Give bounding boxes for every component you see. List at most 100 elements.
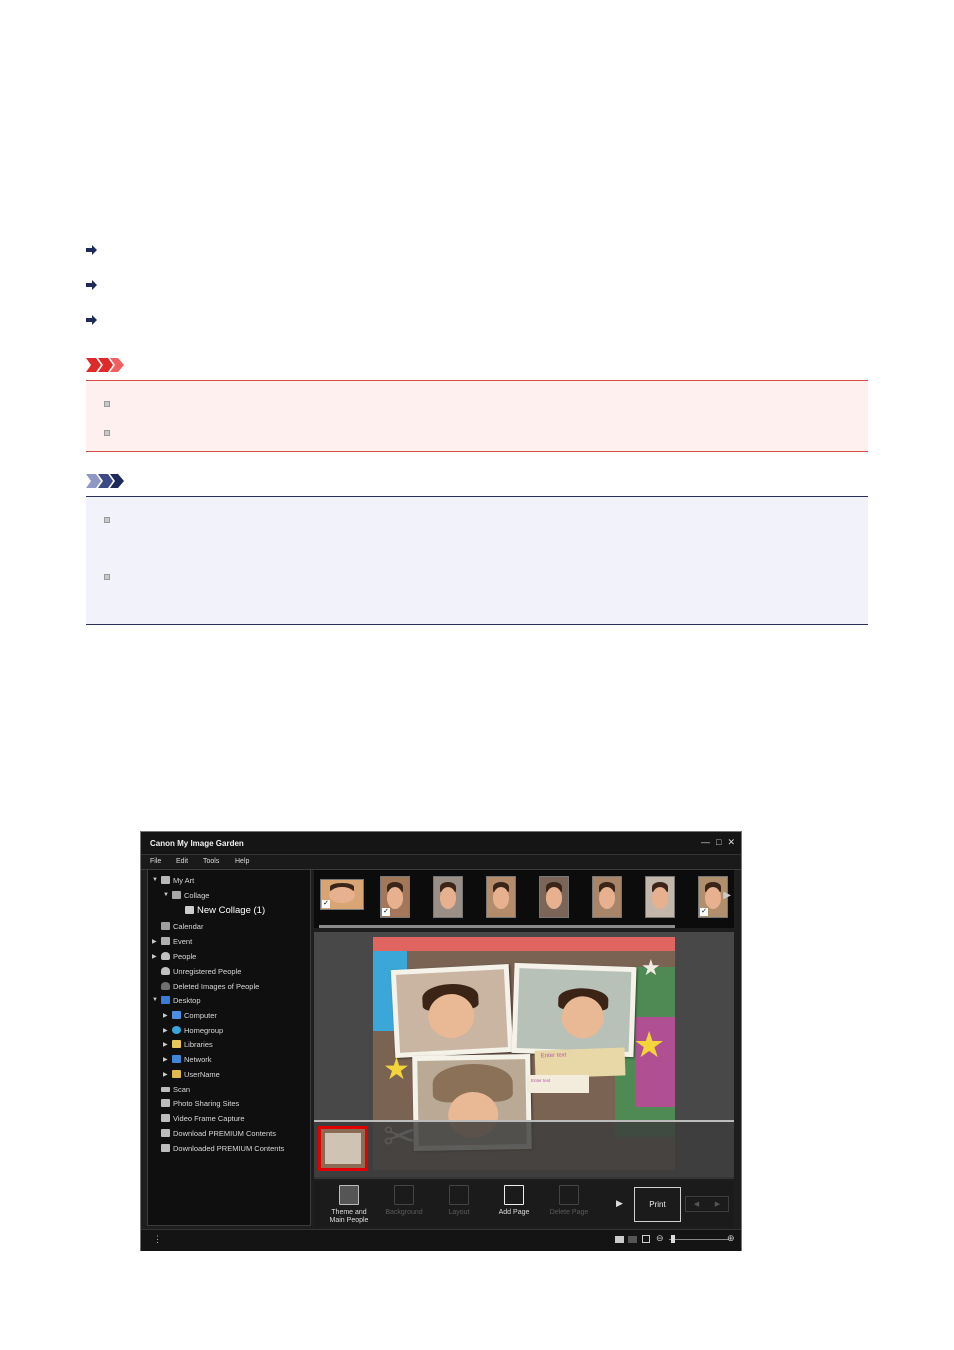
user-folder-icon — [172, 1070, 181, 1078]
twisty-icon[interactable]: ▼ — [163, 892, 169, 898]
tree-new-collage[interactable]: New Collage (1) — [185, 904, 265, 916]
view-mode-icon[interactable] — [615, 1236, 624, 1243]
app-window: Canon My Image Garden — □ ✕ File Edit To… — [140, 831, 742, 1251]
photo-thumbnail[interactable]: ✓ — [320, 879, 364, 910]
theme-people-icon — [339, 1185, 359, 1205]
background-icon — [394, 1185, 414, 1205]
twisty-icon[interactable]: ▶ — [163, 1056, 169, 1063]
tree-unregistered-people[interactable]: Unregistered People — [161, 965, 241, 977]
tree-label: Desktop — [173, 995, 201, 1005]
tree-desktop[interactable]: ▼ Desktop — [152, 994, 201, 1006]
twisty-icon[interactable]: ▶ — [163, 1041, 169, 1048]
event-icon — [161, 937, 170, 945]
collage-photo-1[interactable] — [390, 963, 514, 1059]
tree-homegroup[interactable]: ▶ Homegroup — [163, 1024, 223, 1036]
photo-thumbnail[interactable] — [645, 876, 675, 918]
twisty-icon[interactable]: ▶ — [163, 1027, 169, 1034]
tree-my-art[interactable]: ▼ My Art — [152, 874, 194, 886]
view-mode-alt-icon[interactable] — [628, 1236, 637, 1243]
tree-label: My Art — [173, 875, 195, 885]
right-arrow-icon — [86, 245, 97, 255]
photo-thumbnail[interactable]: ✓ — [380, 876, 410, 918]
bottom-toolbar: Theme and Main People Background Layout … — [314, 1181, 734, 1227]
info-icon[interactable]: ⋮ — [153, 1234, 162, 1245]
tree-collage[interactable]: ▼ Collage — [163, 889, 209, 901]
tree-download-premium[interactable]: Download PREMIUM Contents — [161, 1127, 276, 1139]
sidebar-tree: ▼ My Art ▼ Collage New Collage (1) Calen… — [147, 869, 311, 1226]
background-button[interactable]: Background — [379, 1183, 429, 1217]
zoom-slider-handle[interactable] — [671, 1235, 675, 1243]
close-icon[interactable]: ✕ — [727, 837, 735, 848]
twisty-icon[interactable]: ▼ — [152, 997, 158, 1003]
bullet-icon — [104, 517, 110, 523]
tool-label: Layout — [448, 1209, 470, 1216]
tree-downloaded-premium[interactable]: Downloaded PREMIUM Contents — [161, 1142, 284, 1154]
zoom-out-icon[interactable]: ⊖ — [656, 1233, 664, 1244]
tree-username[interactable]: ▶ UserName — [163, 1068, 220, 1080]
photo-thumbnail[interactable] — [486, 876, 516, 918]
menu-file[interactable]: File — [150, 858, 161, 865]
twisty-icon[interactable]: ▼ — [152, 877, 158, 883]
print-button[interactable]: Print — [634, 1187, 681, 1222]
twisty-icon[interactable]: ▶ — [152, 953, 158, 960]
bullet-icon — [104, 430, 110, 436]
scroll-right-icon[interactable]: ▶ — [723, 890, 731, 901]
tree-event[interactable]: ▶ Event — [152, 935, 192, 947]
checkmark-icon[interactable]: ✓ — [382, 908, 390, 916]
download-icon — [161, 1129, 170, 1137]
add-page-button[interactable]: Add Page — [489, 1183, 539, 1217]
zoom-slider[interactable] — [669, 1239, 729, 1240]
text-label-small[interactable]: Enter text — [527, 1075, 589, 1093]
layout-button[interactable]: Layout — [434, 1183, 484, 1217]
page-navigation: ◀ ▶ — [685, 1196, 729, 1212]
menu-tools[interactable]: Tools — [203, 858, 219, 865]
checkmark-icon[interactable]: ✓ — [322, 900, 330, 908]
jump-link-3[interactable] — [86, 314, 846, 332]
scalloped-border — [373, 937, 675, 951]
checkmark-icon[interactable]: ✓ — [700, 908, 708, 916]
tree-people[interactable]: ▶ People — [152, 950, 196, 962]
tree-scan[interactable]: Scan — [161, 1083, 190, 1095]
bullet-icon — [104, 401, 110, 407]
previous-page-icon[interactable]: ◀ — [694, 1200, 699, 1208]
tree-computer[interactable]: ▶ Computer — [163, 1009, 217, 1021]
fullscreen-icon[interactable] — [642, 1235, 650, 1243]
filmstrip-scrollbar[interactable] — [319, 925, 675, 928]
delete-page-button[interactable]: Delete Page — [544, 1183, 594, 1217]
tree-video-frame-capture[interactable]: Video Frame Capture — [161, 1112, 245, 1124]
tree-deleted-people[interactable]: Deleted Images of People — [161, 980, 259, 992]
twisty-icon[interactable]: ▶ — [163, 1012, 169, 1019]
tree-network[interactable]: ▶ Network — [163, 1053, 212, 1065]
tree-libraries[interactable]: ▶ Libraries — [163, 1038, 213, 1050]
jump-link-1[interactable] — [86, 244, 846, 262]
jump-link-2[interactable] — [86, 279, 846, 297]
photo-thumbnail[interactable] — [592, 876, 622, 918]
note-box — [86, 496, 868, 625]
more-tools-icon[interactable]: ▶ — [616, 1198, 623, 1209]
tree-label: Unregistered People — [173, 966, 242, 976]
delete-page-icon — [559, 1185, 579, 1205]
twisty-icon[interactable]: ▶ — [163, 1071, 169, 1078]
menu-edit[interactable]: Edit — [176, 858, 188, 865]
tree-photo-sharing[interactable]: Photo Sharing Sites — [161, 1097, 239, 1109]
tool-label: Background — [385, 1209, 423, 1216]
page-thumbnail-selected[interactable] — [318, 1126, 368, 1171]
folder-icon — [161, 1144, 170, 1152]
tree-calendar[interactable]: Calendar — [161, 920, 203, 932]
text-label-enter[interactable]: Enter text — [534, 1047, 626, 1079]
zoom-in-icon[interactable]: ⊕ — [727, 1233, 735, 1244]
minimize-icon[interactable]: — — [701, 837, 710, 848]
menu-bar: File Edit Tools Help — [141, 855, 741, 870]
theme-and-main-people-button[interactable]: Theme and Main People — [324, 1183, 374, 1225]
maximize-icon[interactable]: □ — [716, 837, 721, 848]
photo-thumbnail[interactable] — [433, 876, 463, 918]
desktop-icon — [161, 996, 170, 1004]
collage-photo-2[interactable] — [511, 962, 637, 1058]
print-label: Print — [649, 1200, 666, 1209]
twisty-icon[interactable]: ▶ — [152, 938, 158, 945]
photo-thumbnail[interactable] — [539, 876, 569, 918]
next-page-icon[interactable]: ▶ — [715, 1200, 720, 1208]
menu-help[interactable]: Help — [235, 858, 249, 865]
tool-label: Add Page — [498, 1209, 530, 1216]
tree-label: Collage — [184, 890, 210, 900]
